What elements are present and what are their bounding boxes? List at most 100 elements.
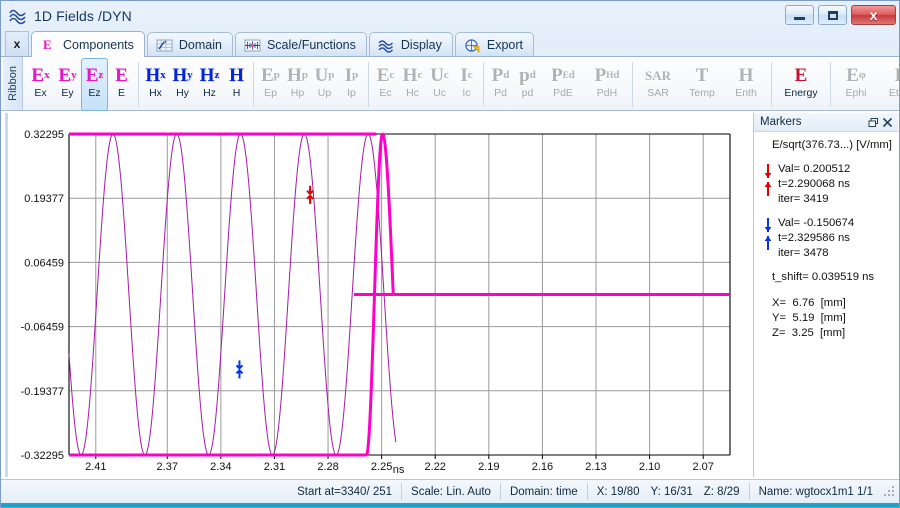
chart-marker[interactable] bbox=[236, 360, 242, 378]
cmd-caption: Enth bbox=[735, 88, 757, 99]
cmd-Ip[interactable]: Ip Ip bbox=[338, 58, 365, 111]
chart-marker[interactable] bbox=[307, 186, 313, 204]
close-icon bbox=[882, 117, 893, 128]
cmd-Pd[interactable]: Pd Pd bbox=[487, 58, 514, 111]
y-tick-label: -0.32295 bbox=[21, 450, 64, 462]
ribbon-tabstrip: x E Components Domain bbox=[1, 31, 900, 57]
marker-arrow-red-icon bbox=[762, 162, 778, 202]
group-separator bbox=[830, 62, 831, 107]
cmd-Hp[interactable]: Hp Hp bbox=[284, 58, 311, 111]
close-button[interactable]: x bbox=[851, 5, 896, 25]
y-tick-label: 0.19377 bbox=[24, 193, 64, 205]
cmd-caption: Up bbox=[318, 88, 331, 99]
minimize-button[interactable] bbox=[785, 5, 814, 25]
cmd-caption: pd bbox=[522, 88, 534, 99]
pd-icon: pd bbox=[519, 62, 536, 88]
cmd-pd[interactable]: pd pd bbox=[514, 58, 541, 111]
x-tick-label: 2.41 bbox=[85, 461, 106, 473]
cmd-Ep[interactable]: Ep Ep bbox=[257, 58, 284, 111]
tab-label: Components bbox=[63, 38, 134, 52]
cmd-Hy[interactable]: Hy Hy bbox=[169, 58, 196, 111]
marker-t-shift: t_shift= 0.039519 ns bbox=[772, 270, 894, 285]
x-tick-label: 2.28 bbox=[317, 461, 338, 473]
x-tick-label: 2.22 bbox=[425, 461, 446, 473]
cmd-Hc[interactable]: Hc Hc bbox=[399, 58, 426, 111]
cmd-PdE[interactable]: PEd PdE bbox=[541, 58, 585, 111]
Hc-icon: Hc bbox=[403, 62, 423, 88]
cmd-Temp[interactable]: T Temp bbox=[680, 58, 724, 111]
display-icon bbox=[378, 38, 395, 53]
resize-grip[interactable] bbox=[882, 484, 898, 500]
cmd-Ex[interactable]: Ex Ex bbox=[27, 58, 54, 111]
cmd-Hx[interactable]: Hx Hx bbox=[142, 58, 169, 111]
y-tick-label: -0.19377 bbox=[21, 386, 64, 398]
tab-domain[interactable]: Domain bbox=[147, 32, 233, 57]
cmd-Ec[interactable]: Ec Ec bbox=[372, 58, 399, 111]
status-bar: Start at=3340/ 251 Scale: Lin. Auto Doma… bbox=[1, 479, 900, 503]
Hx-icon: Hx bbox=[145, 62, 165, 88]
minimize-icon bbox=[794, 17, 805, 20]
cmd-caption: E bbox=[118, 88, 125, 99]
status-start-at: Start at=3340/ 251 bbox=[288, 483, 402, 500]
scale-icon bbox=[244, 38, 261, 53]
x-tick-label: 2.19 bbox=[478, 461, 499, 473]
status-x-index: X: 19/80 bbox=[588, 483, 642, 500]
Ex-icon: Ex bbox=[31, 62, 49, 88]
cmd-Hz[interactable]: Hz Hz bbox=[196, 58, 223, 111]
cmd-caption: Ex bbox=[34, 88, 46, 99]
cmd-Ephi[interactable]: Eφ Ephi bbox=[834, 58, 878, 111]
x-axis-label: ns bbox=[393, 464, 405, 476]
maximize-button[interactable] bbox=[818, 5, 847, 25]
cmd-caption: Hy bbox=[176, 88, 189, 99]
cmd-PdH[interactable]: PHd PdH bbox=[585, 58, 629, 111]
Hp-icon: Hp bbox=[287, 62, 308, 88]
cmd-caption: Etheta bbox=[889, 88, 900, 99]
tab-export[interactable]: Export bbox=[455, 32, 534, 57]
marker-iter: iter= 3478 bbox=[778, 246, 854, 261]
status-domain: Domain: time bbox=[501, 483, 588, 500]
waveform-chart[interactable]: 0.322950.193770.06459-0.06459-0.19377-0.… bbox=[8, 113, 749, 477]
cmd-caption: Ip bbox=[347, 88, 356, 99]
ribbon-group-h-fields: Hx Hx Hy Hy Hz Hz H H bbox=[142, 58, 250, 111]
ribbon-group-e-fields: Ex Ex Ey Ey Ez Ez E E bbox=[27, 58, 135, 111]
cmd-Ez[interactable]: Ez Ez bbox=[81, 58, 108, 111]
cmd-caption: SAR bbox=[647, 88, 669, 99]
cmd-Enth[interactable]: H Enth bbox=[724, 58, 768, 111]
cmd-Ey[interactable]: Ey Ey bbox=[54, 58, 81, 111]
plot-pane[interactable]: 0.322950.193770.06459-0.06459-0.19377-0.… bbox=[5, 113, 749, 477]
marker-value: Val= 0.200512 bbox=[778, 162, 850, 177]
cmd-H[interactable]: H H bbox=[223, 58, 250, 111]
cmd-caption: Ey bbox=[61, 88, 73, 99]
cmd-SAR[interactable]: SAR SAR bbox=[636, 58, 680, 111]
marker-value: Val= -0.150674 bbox=[778, 216, 854, 231]
tabstrip-close-button[interactable]: x bbox=[5, 31, 29, 56]
PdH-icon: PHd bbox=[595, 62, 620, 88]
cmd-Energy[interactable]: E Energy bbox=[775, 58, 827, 111]
Hz-icon: Hz bbox=[200, 62, 220, 88]
tab-display[interactable]: Display bbox=[369, 32, 453, 57]
markers-title: Markers bbox=[760, 116, 866, 128]
cmd-E[interactable]: E E bbox=[108, 58, 135, 111]
x-tick-label: 2.37 bbox=[157, 461, 178, 473]
markers-restore-button[interactable] bbox=[866, 115, 880, 129]
marker-entry-2: Val= -0.150674 t=2.329586 ns iter= 3478 bbox=[762, 216, 894, 261]
E-icon: E bbox=[115, 62, 128, 88]
cmd-Up[interactable]: Up Up bbox=[311, 58, 338, 111]
tab-scale-functions[interactable]: Scale/Functions bbox=[235, 32, 367, 57]
export-icon bbox=[464, 38, 481, 53]
markers-body: E/sqrt(376.73...) [V/mm] Val= 0.200512 t… bbox=[754, 132, 898, 341]
Ep-icon: Ep bbox=[261, 62, 280, 88]
Ephi-icon: Eφ bbox=[846, 62, 866, 88]
H-icon: H bbox=[229, 62, 244, 88]
tab-label: Display bbox=[401, 38, 442, 52]
tab-list: E Components Domain bbox=[31, 31, 536, 57]
group-separator bbox=[632, 62, 633, 107]
markers-close-button[interactable] bbox=[880, 115, 894, 129]
cmd-Etheta[interactable]: Eθ Etheta bbox=[878, 58, 900, 111]
cmd-Uc[interactable]: Uc Uc bbox=[426, 58, 453, 111]
cmd-Ic[interactable]: Ic Ic bbox=[453, 58, 480, 111]
tab-components[interactable]: E Components bbox=[31, 31, 145, 57]
PdE-icon: PEd bbox=[551, 62, 575, 88]
status-scale: Scale: Lin. Auto bbox=[402, 483, 501, 500]
domain-icon bbox=[156, 38, 173, 53]
